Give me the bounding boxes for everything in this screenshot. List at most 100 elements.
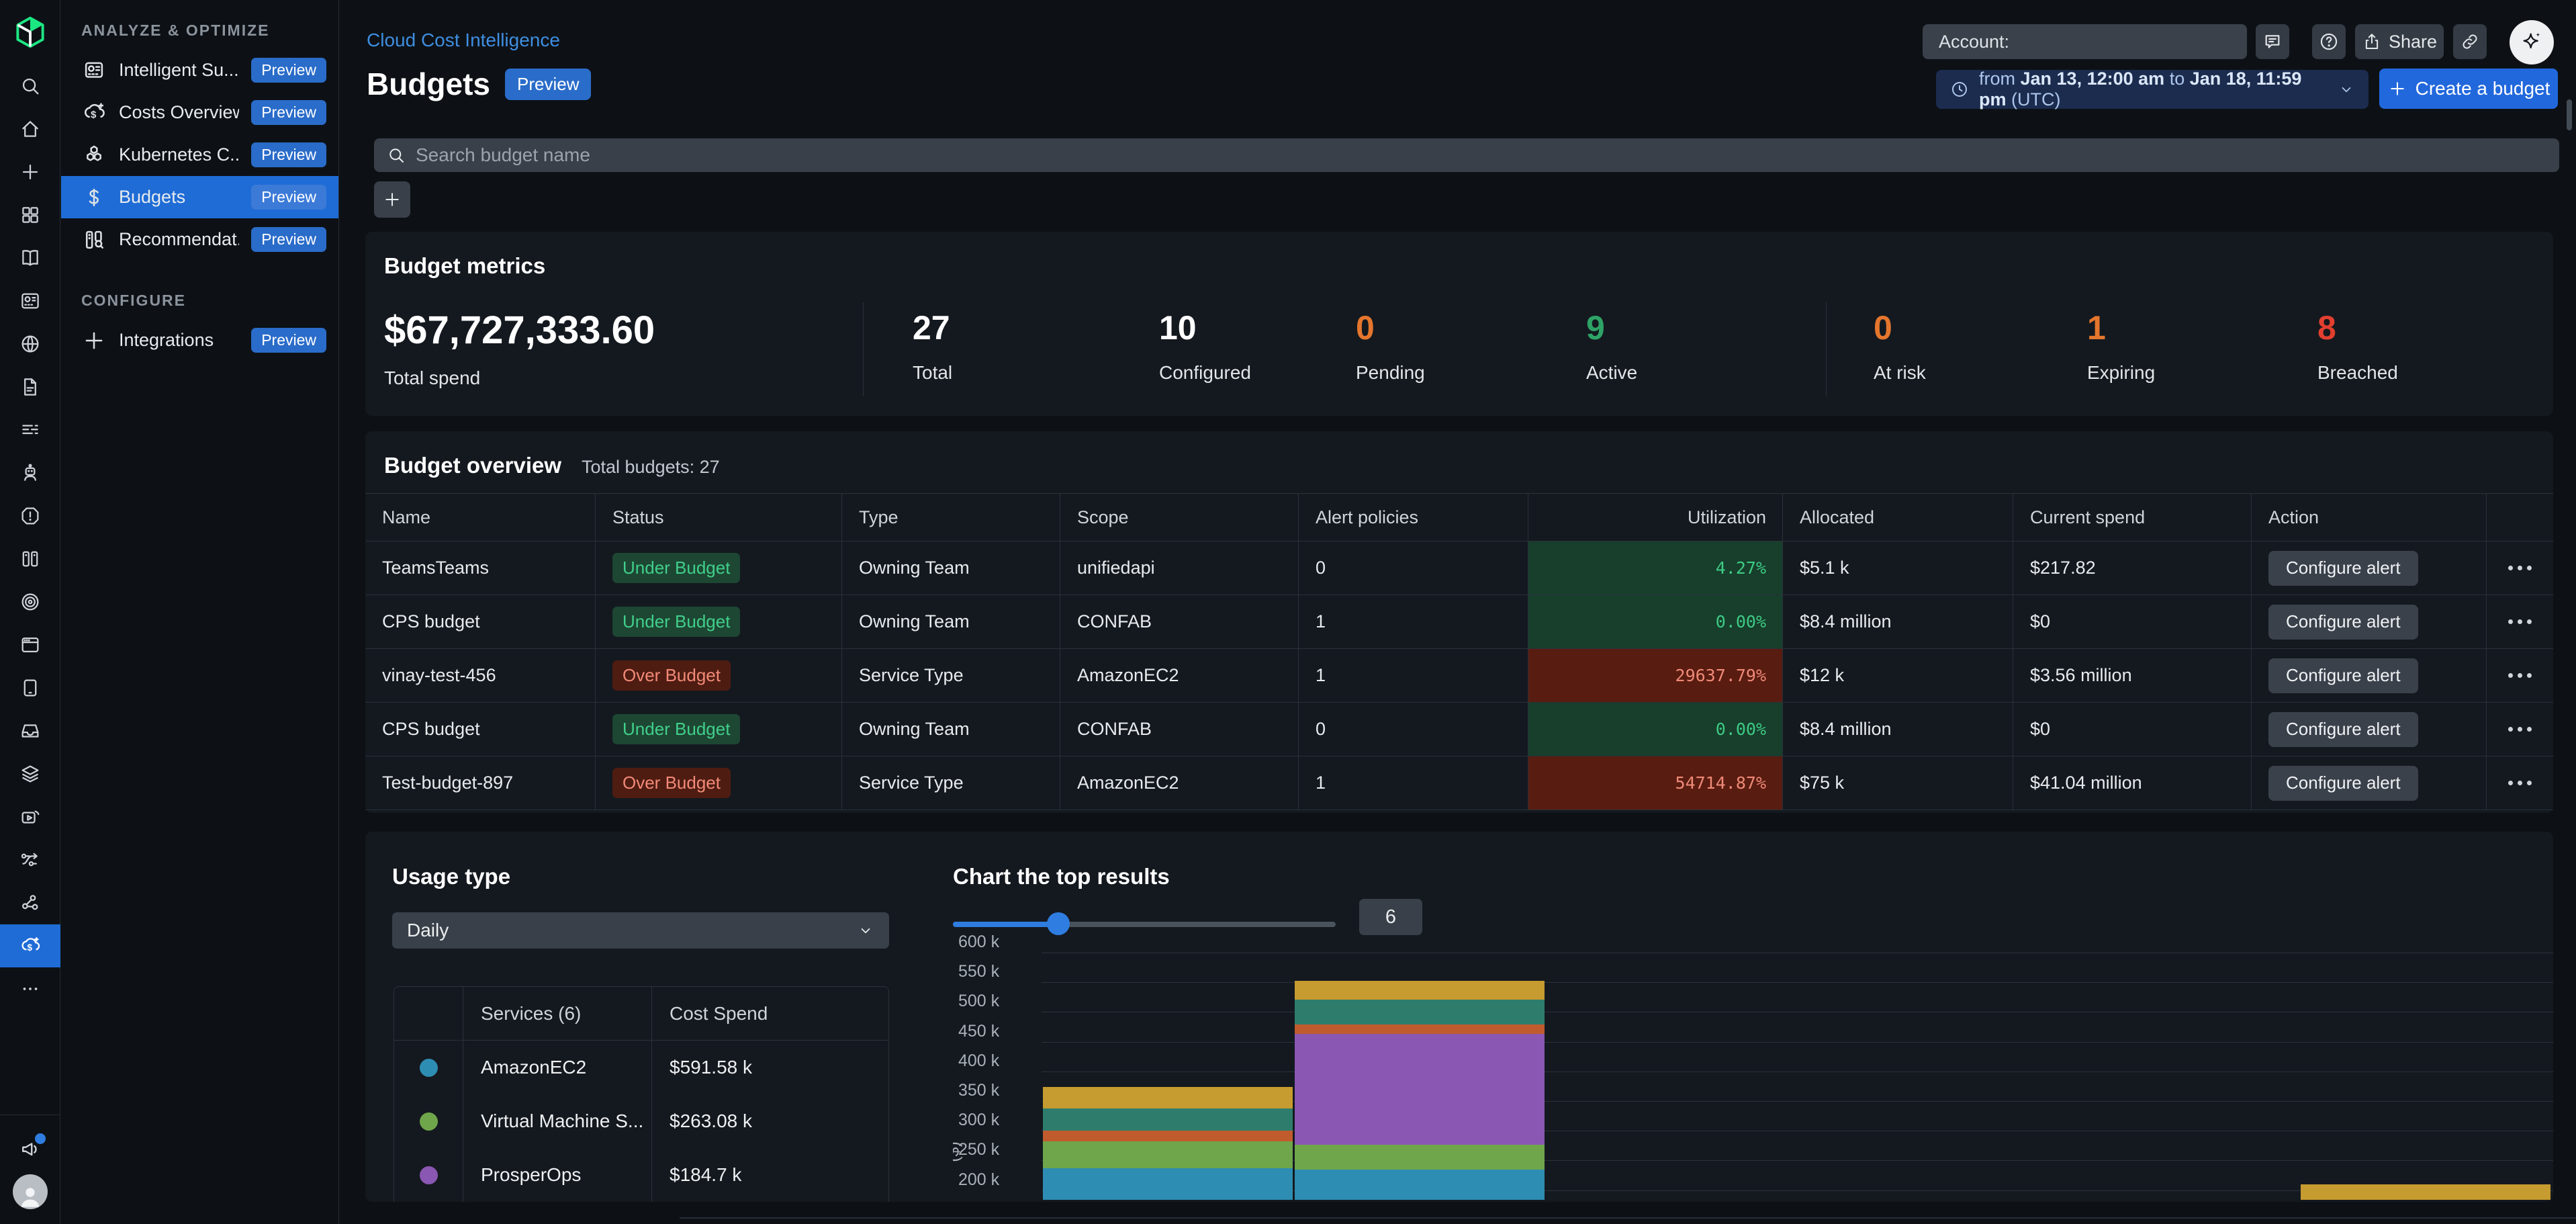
overview-title: Budget overview (384, 453, 561, 478)
vertical-scrollbar[interactable] (2567, 99, 2572, 130)
y-axis-tick: 550 k (958, 962, 1033, 981)
preview-badge: Preview (505, 69, 591, 100)
copy-link-button[interactable] (2453, 24, 2487, 59)
service-legend-row[interactable]: Virtual Machine S...$263.08 k (394, 1094, 888, 1148)
row-more-button[interactable] (2487, 541, 2553, 595)
column-header-name[interactable]: Name (365, 494, 596, 541)
rail-search-icon[interactable] (0, 64, 60, 107)
more-horizontal-icon (2508, 566, 2532, 570)
service-legend-row[interactable]: ProsperOps$184.7 k (394, 1148, 888, 1202)
share-button[interactable]: Share (2355, 24, 2444, 59)
ai-assistant-button[interactable] (2510, 20, 2554, 64)
column-header-type[interactable]: Type (842, 494, 1060, 541)
top-results-slider[interactable] (953, 912, 1336, 935)
rail-target-icon[interactable] (0, 580, 60, 623)
row-more-button[interactable] (2487, 595, 2553, 648)
slider-thumb[interactable] (1047, 912, 1070, 935)
bar-segment-amazonec2[interactable] (1043, 1168, 1293, 1200)
rail-inbox-icon[interactable] (0, 709, 60, 752)
rail-logs-icon[interactable] (0, 408, 60, 451)
sidebar-item-integrations[interactable]: IntegrationsPreview (61, 319, 338, 361)
bar-segment-service-6[interactable] (1295, 981, 1545, 999)
budget-metrics-card: Budget metrics $67,727,333.60 Total spen… (365, 232, 2553, 416)
bar-segment-service-4[interactable] (1295, 1024, 1545, 1034)
rail-grid-icon[interactable] (0, 193, 60, 236)
rail-video-icon[interactable] (0, 795, 60, 838)
rail-document-icon[interactable] (0, 365, 60, 408)
column-header-action[interactable]: Action (2252, 494, 2487, 541)
row-more-button[interactable] (2487, 703, 2553, 756)
rail-globe-icon[interactable] (0, 322, 60, 365)
bar-segment-service-5[interactable] (1295, 1000, 1545, 1024)
legend-color-column (394, 987, 463, 1040)
cell-allocated: $75 k (1783, 756, 2013, 810)
bar-segment-service-4[interactable] (1043, 1131, 1293, 1141)
help-button[interactable] (2312, 24, 2346, 59)
sidebar-nav: ANALYZE & OPTIMIZEIntelligent Su...Previ… (61, 0, 339, 1224)
cost-column-header: Cost Spend (652, 987, 888, 1040)
rail-layers-icon[interactable] (0, 752, 60, 795)
sparkle-icon (2518, 29, 2545, 56)
sidebar-item-costs-overview[interactable]: $Costs OverviewPreview (61, 91, 338, 134)
rail-book-icon[interactable] (0, 236, 60, 279)
bar-segment-service-6[interactable] (1043, 1087, 1293, 1108)
row-more-button[interactable] (2487, 756, 2553, 810)
column-header-allocated[interactable]: Allocated (1783, 494, 2013, 541)
feedback-button[interactable] (2256, 24, 2289, 59)
configure-alert-button[interactable]: Configure alert (2268, 551, 2418, 586)
preview-badge: Preview (251, 58, 326, 83)
usage-type-dropdown[interactable]: Daily (392, 912, 889, 949)
create-budget-button[interactable]: Create a budget (2379, 69, 2558, 109)
rail-robot-icon[interactable] (0, 451, 60, 494)
sidebar-item-intelligent-su-[interactable]: Intelligent Su...Preview (61, 49, 338, 91)
svg-text:$: $ (28, 943, 33, 953)
account-selector[interactable]: Account: (1923, 24, 2247, 59)
new-relic-logo[interactable] (0, 0, 60, 64)
bar-segment-prosperops[interactable] (1295, 1034, 1545, 1144)
budget-search (374, 138, 2559, 172)
rail-cloud-dollar-icon[interactable]: $ (0, 924, 60, 967)
column-header-alert-policies[interactable]: Alert policies (1299, 494, 1528, 541)
sidebar-item-recommendat-[interactable]: Recommendat...Preview (61, 218, 338, 261)
column-header-current-spend[interactable]: Current spend (2013, 494, 2252, 541)
configure-alert-button[interactable]: Configure alert (2268, 605, 2418, 640)
row-more-button[interactable] (2487, 649, 2553, 702)
rail-home-icon[interactable] (0, 107, 60, 150)
horizontal-scrollbar[interactable] (680, 1217, 2576, 1219)
rail-plus-icon[interactable] (0, 150, 60, 193)
rail-tablet-icon[interactable] (0, 666, 60, 709)
add-filter-button[interactable] (374, 181, 410, 218)
rail-dashboard-icon[interactable] (0, 279, 60, 322)
column-header-utilization[interactable]: Utilization (1528, 494, 1783, 541)
time-range-picker[interactable]: from Jan 13, 12:00 am to Jan 18, 11:59 p… (1936, 70, 2368, 109)
sidebar-item-budgets[interactable]: BudgetsPreview (61, 176, 338, 218)
bar-segment-virtual-machine-s-[interactable] (1295, 1145, 1545, 1170)
bar-segment-virtual-machine-s-[interactable] (1043, 1141, 1293, 1168)
breadcrumb[interactable]: Cloud Cost Intelligence (367, 30, 560, 51)
cell-allocated: $5.1 k (1783, 541, 2013, 595)
rail-ellipsis-icon[interactable] (0, 967, 60, 1010)
service-legend-row[interactable]: AmazonEC2$591.58 k (394, 1041, 888, 1094)
configure-alert-button[interactable]: Configure alert (2268, 766, 2418, 801)
column-header-status[interactable]: Status (596, 494, 842, 541)
metric-value: 0 (1874, 311, 1926, 345)
bar-segment-service-6[interactable] (2301, 1184, 2550, 1200)
search-input[interactable] (416, 144, 2547, 166)
chevron-down-icon (2338, 81, 2355, 98)
bar-segment-service-5[interactable] (1043, 1108, 1293, 1131)
top-results-count-input[interactable]: 6 (1359, 899, 1422, 935)
sidebar-item-kubernetes-c-[interactable]: Kubernetes C...Preview (61, 134, 338, 176)
configure-alert-button[interactable]: Configure alert (2268, 658, 2418, 693)
rail-network-icon[interactable] (0, 881, 60, 924)
rail-megaphone-icon[interactable] (0, 1127, 60, 1170)
configure-alert-button[interactable]: Configure alert (2268, 712, 2418, 747)
rail-alert-octagon-icon[interactable] (0, 494, 60, 537)
rail-avatar[interactable] (0, 1170, 60, 1213)
bar-segment-amazonec2[interactable] (1295, 1170, 1545, 1200)
rail-servers-icon[interactable] (0, 537, 60, 580)
metric-label: Pending (1356, 362, 1425, 384)
rail-shuffle-icon[interactable] (0, 838, 60, 881)
y-axis-tick: 200 k (958, 1170, 1033, 1190)
column-header-scope[interactable]: Scope (1060, 494, 1299, 541)
rail-browser-icon[interactable] (0, 623, 60, 666)
